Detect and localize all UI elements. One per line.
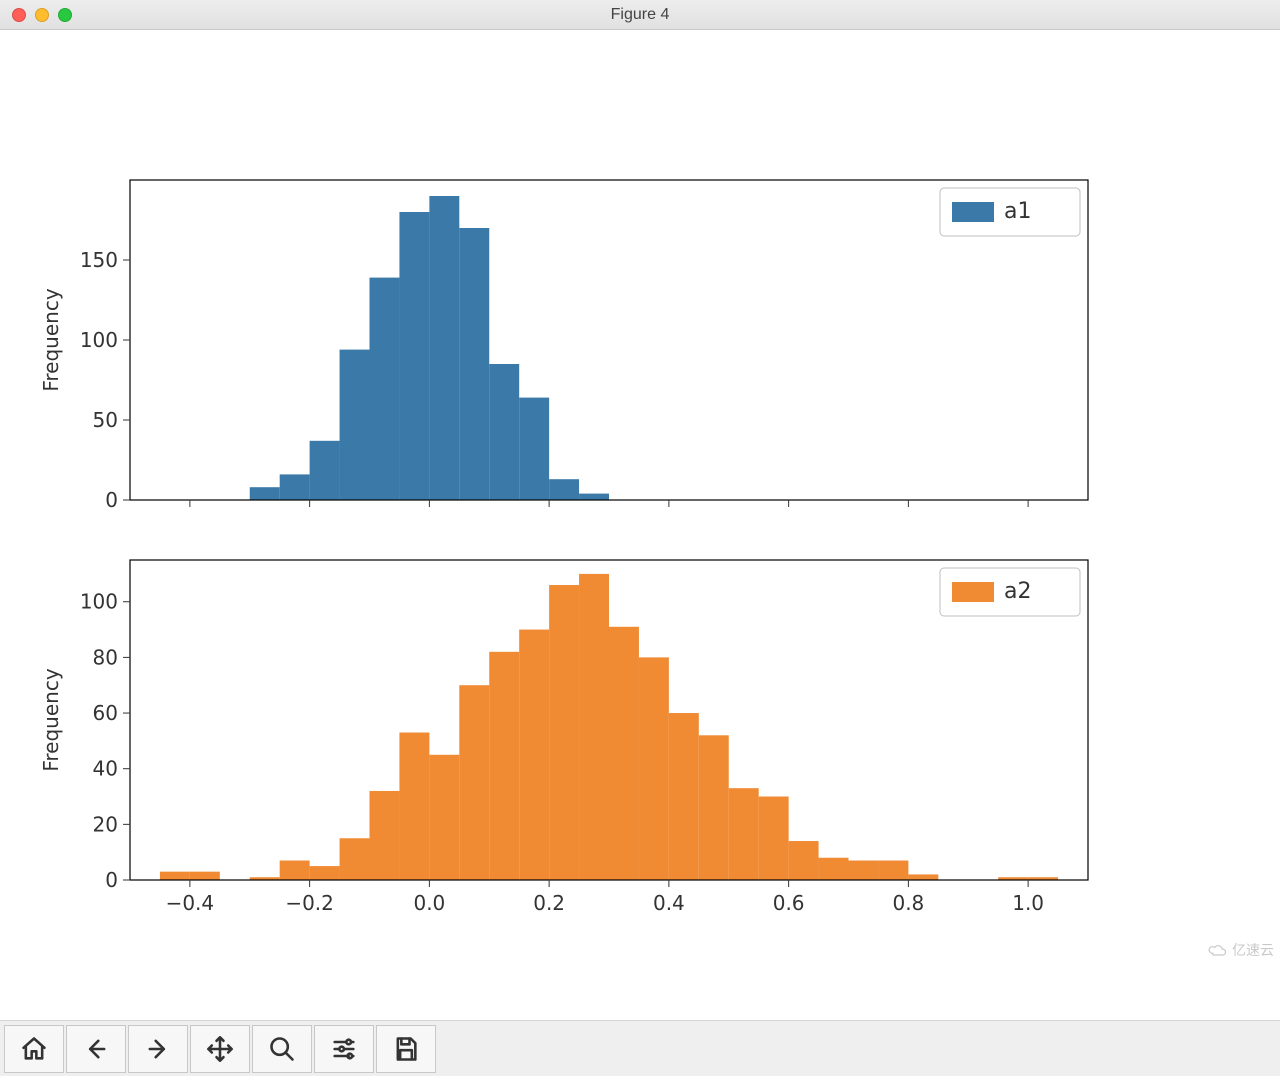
arrow-right-icon (144, 1035, 172, 1063)
forward-button[interactable] (128, 1025, 188, 1073)
window-title: Figure 4 (0, 6, 1280, 24)
zoom-button[interactable] (252, 1025, 312, 1073)
save-icon (392, 1035, 420, 1063)
svg-text:50: 50 (93, 408, 118, 432)
arrow-left-icon (82, 1035, 110, 1063)
figure-window: Figure 4 0 50 100 150 Frequency a1 0 20 40 60 80 10… (0, 0, 1280, 1076)
home-icon (20, 1035, 48, 1063)
titlebar: Figure 4 (0, 0, 1280, 30)
zoom-icon (268, 1035, 296, 1063)
configure-button[interactable] (314, 1025, 374, 1073)
window-controls (12, 8, 72, 22)
pan-button[interactable] (190, 1025, 250, 1073)
svg-text:0: 0 (105, 868, 118, 892)
svg-text:1.0: 1.0 (1012, 891, 1044, 915)
svg-text:0.4: 0.4 (653, 891, 685, 915)
matplotlib-toolbar (0, 1020, 1280, 1076)
svg-text:−0.4: −0.4 (166, 891, 215, 915)
svg-text:a1: a1 (1004, 199, 1031, 224)
move-icon (206, 1035, 234, 1063)
svg-text:0.6: 0.6 (773, 891, 805, 915)
back-button[interactable] (66, 1025, 126, 1073)
svg-text:−0.2: −0.2 (285, 891, 334, 915)
close-icon[interactable] (12, 8, 26, 22)
svg-text:40: 40 (93, 757, 118, 781)
figure-canvas: 0 50 100 150 Frequency a1 0 20 40 60 80 100 −0.4 −0.2… (0, 30, 1280, 1020)
svg-text:100: 100 (80, 590, 118, 614)
svg-text:0.0: 0.0 (413, 891, 445, 915)
home-button[interactable] (4, 1025, 64, 1073)
svg-text:100: 100 (80, 328, 118, 352)
svg-text:a2: a2 (1004, 579, 1031, 604)
figure-svg: 0 50 100 150 Frequency a1 0 20 40 60 80 100 −0.4 −0.2… (0, 30, 1280, 1020)
svg-text:60: 60 (93, 701, 118, 725)
svg-text:20: 20 (93, 812, 118, 836)
zoom-icon[interactable] (58, 8, 72, 22)
save-button[interactable] (376, 1025, 436, 1073)
svg-text:80: 80 (93, 645, 118, 669)
svg-text:Frequency: Frequency (39, 288, 63, 391)
watermark-text: 亿速云 (1232, 940, 1274, 960)
svg-text:Frequency: Frequency (39, 668, 63, 771)
sliders-icon (330, 1035, 358, 1063)
svg-text:150: 150 (80, 248, 118, 272)
svg-text:0.2: 0.2 (533, 891, 565, 915)
minimize-icon[interactable] (35, 8, 49, 22)
svg-text:0.8: 0.8 (892, 891, 924, 915)
watermark: 亿速云 (1208, 940, 1274, 960)
svg-text:0: 0 (105, 488, 118, 512)
